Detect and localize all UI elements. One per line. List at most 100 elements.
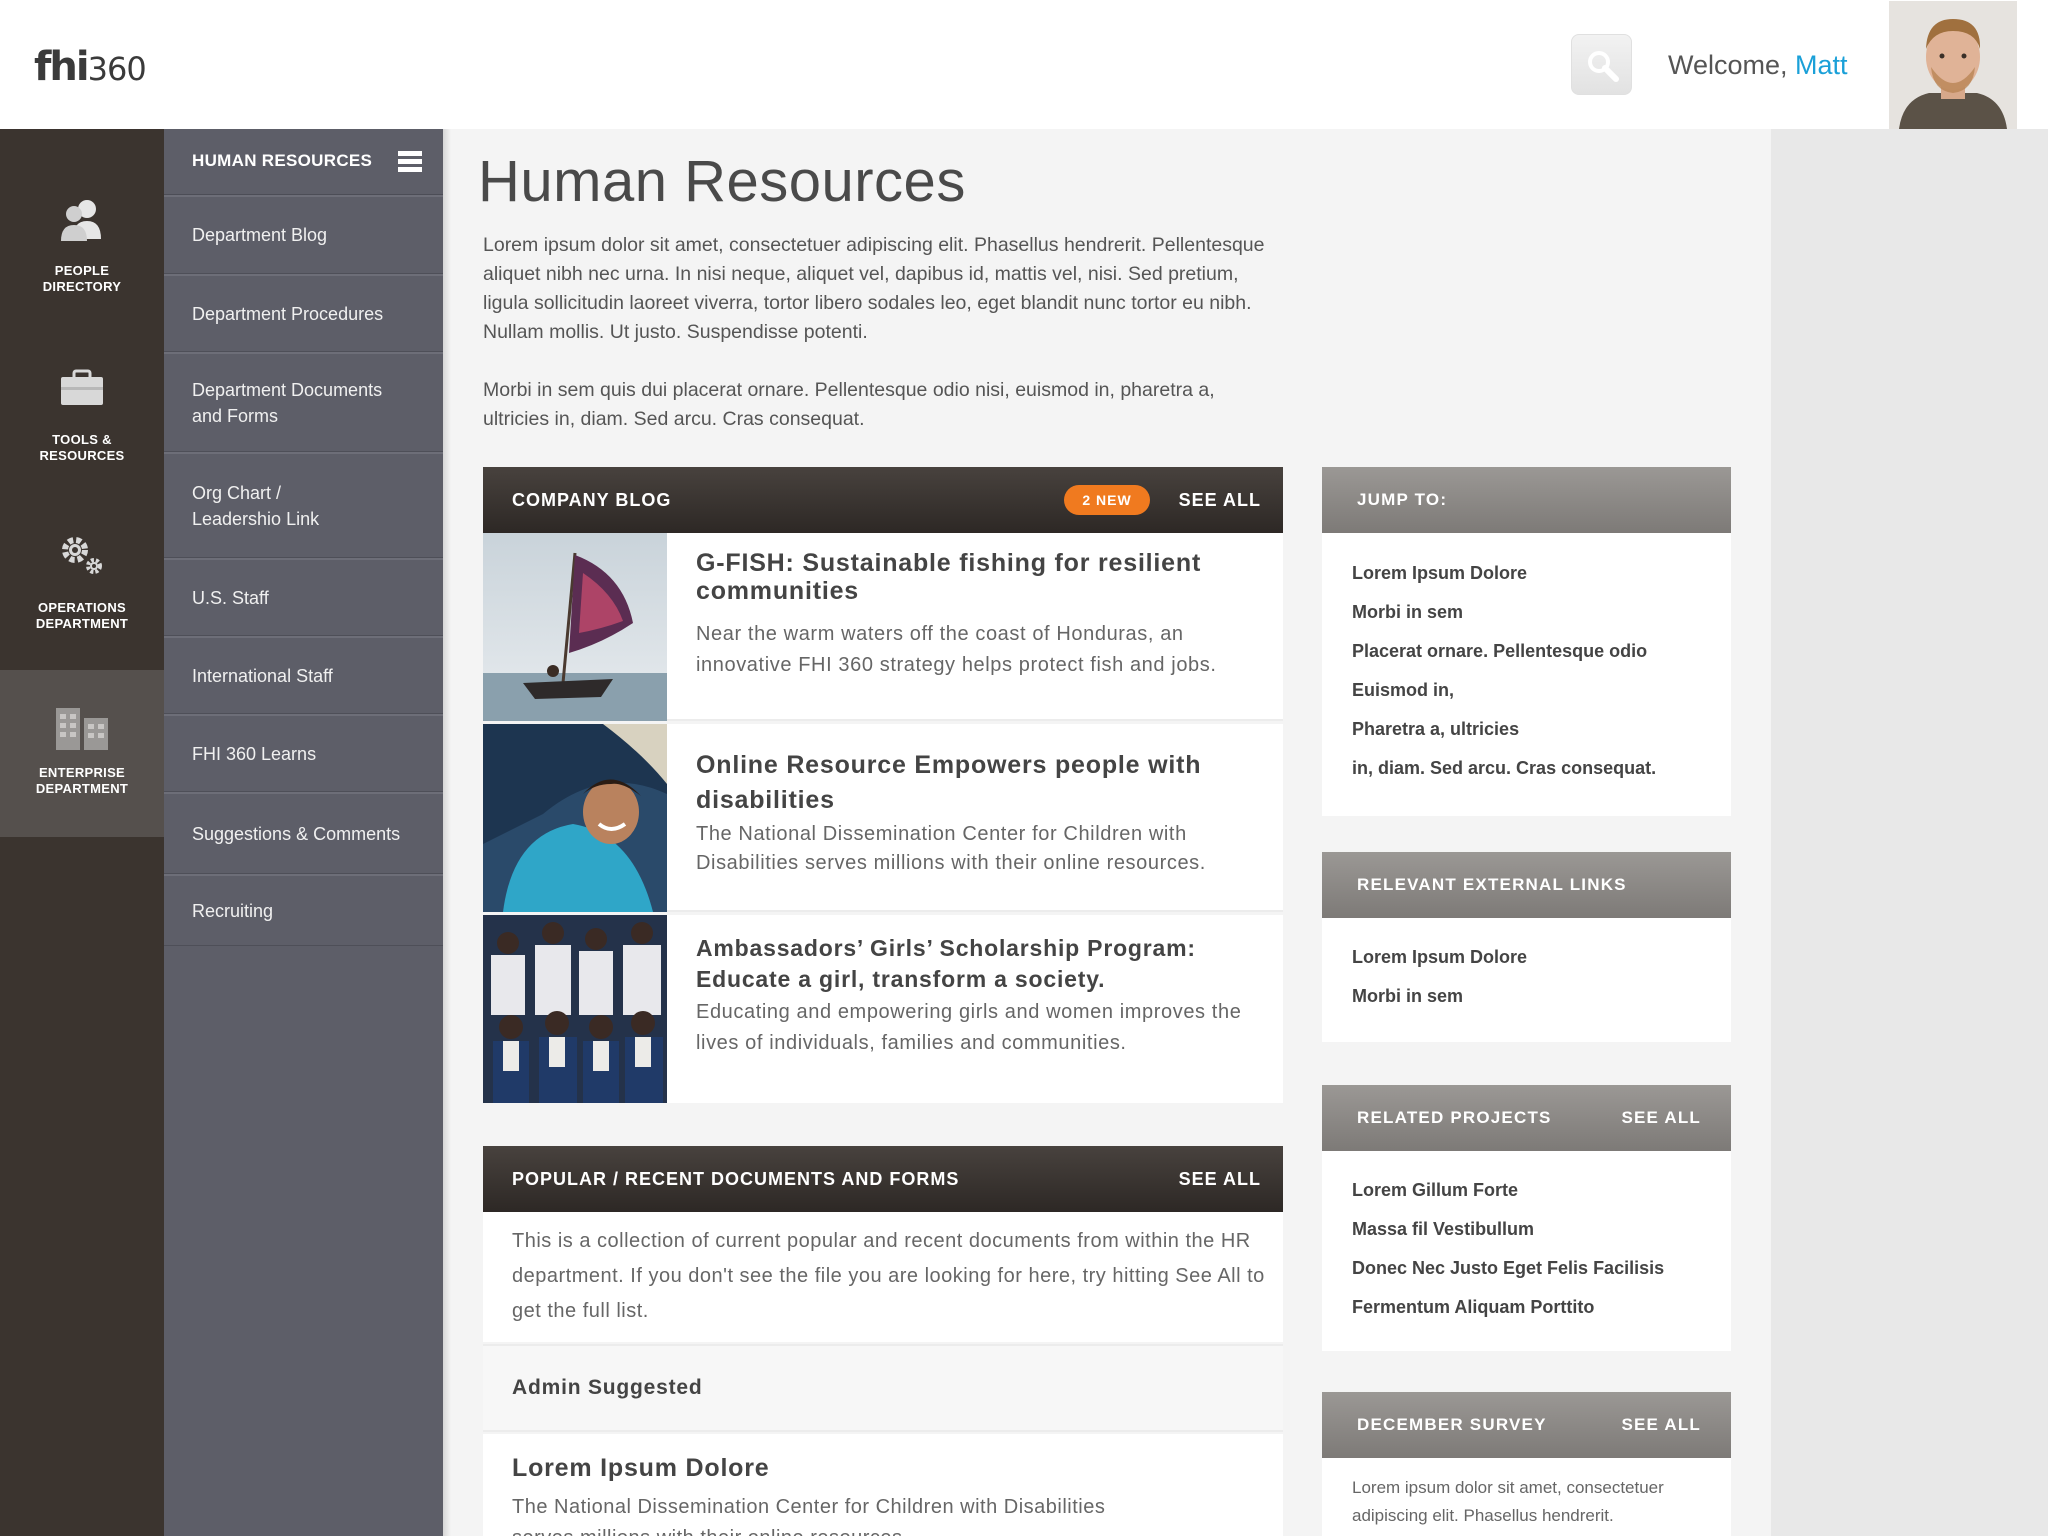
rail-label: DIRECTORY (42, 279, 122, 294)
nav-item-label: Org Chart / Leadershio Link (192, 480, 319, 532)
survey-title: DECEMBER SURVEY (1357, 1415, 1547, 1434)
jump-to-title: JUMP TO: (1357, 490, 1448, 509)
survey-panel: Lorem ipsum dolor sit amet, consectetuer… (1322, 1458, 1731, 1536)
avatar[interactable] (1889, 1, 2017, 129)
rail-label: ENTERPRISE (38, 765, 126, 780)
top-header: fhi360 Welcome, Matt (0, 0, 2048, 129)
nav-item-recruiting[interactable]: Recruiting (164, 874, 443, 946)
nav-item-label: Suggestions & Comments (192, 823, 401, 844)
rail-label: DEPARTMENT (35, 781, 129, 796)
documents-description-box: This is a collection of current popular … (483, 1212, 1283, 1342)
section-nav-title: HUMAN RESOURCES (192, 151, 373, 170)
jump-to-link[interactable]: in, diam. Sed arcu. Cras consequat. (1352, 758, 1656, 779)
nav-item-suggestions-comments[interactable]: Suggestions & Comments (164, 792, 443, 874)
related-project-link[interactable]: Massa fil Vestibullum (1352, 1219, 1534, 1240)
nav-item-label: U.S. Staff (192, 587, 269, 608)
intro-paragraph: Lorem ipsum dolor sit amet, consectetuer… (483, 234, 1265, 343)
new-posts-badge[interactable]: 2 NEW (1064, 485, 1150, 515)
page-title: Human Resources (478, 149, 966, 214)
blog-post-excerpt: Educating and empowering girls and women… (696, 1001, 1242, 1054)
blog-post-title[interactable]: Online Resource Empowers people with dis… (696, 748, 1256, 818)
rail-label: TOOLS & (52, 432, 112, 447)
nav-item-label-line: Org Chart / (192, 482, 282, 503)
related-projects-header: RELATED PROJECTS SEE ALL (1322, 1085, 1731, 1151)
jump-to-link[interactable]: Pharetra a, ultricies (1352, 719, 1519, 740)
welcome-text: Welcome, (1668, 50, 1796, 80)
icon-rail: PEOPLE DIRECTORY TOOLS & RESOURCES OPERATI… (0, 129, 164, 1536)
related-projects-title: RELATED PROJECTS (1357, 1108, 1552, 1127)
nav-item-us-staff[interactable]: U.S. Staff (164, 558, 443, 636)
rail-operations-department[interactable]: OPERATIONS DEPARTMENT (0, 465, 164, 632)
jump-to-panel: Lorem Ipsum Dolore Morbi in sem Placerat… (1322, 533, 1731, 816)
documents-header: POPULAR / RECENT DOCUMENTS AND FORMS SEE… (483, 1146, 1283, 1212)
related-projects-see-all[interactable]: SEE ALL (1621, 1108, 1701, 1128)
nav-item-label: Department Blog (192, 225, 328, 245)
jump-to-link[interactable]: Lorem Ipsum Dolore (1352, 563, 1527, 584)
user-name-link[interactable]: Matt (1795, 50, 1848, 80)
documents-title: POPULAR / RECENT DOCUMENTS AND FORMS (512, 1169, 960, 1189)
search-button[interactable] (1571, 34, 1632, 95)
blog-post[interactable]: Online Resource Empowers people with dis… (483, 724, 1283, 912)
briefcase-icon (61, 369, 103, 405)
rail-enterprise-department[interactable]: ENTERPRISE DEPARTMENT (0, 670, 164, 837)
documents-see-all[interactable]: SEE ALL (1179, 1169, 1261, 1190)
fhi360-logo[interactable]: fhi360 (34, 44, 147, 90)
rail-label: RESOURCES (39, 448, 125, 463)
rail-label: PEOPLE (54, 263, 110, 278)
nav-item-label: Recruiting (192, 900, 274, 921)
logo-text: fhi (34, 44, 90, 90)
related-project-link[interactable]: Lorem Gillum Forte (1352, 1180, 1518, 1201)
nav-item-org-chart[interactable]: Org Chart / Leadershio Link (164, 452, 443, 558)
intro-paragraph-2: Morbi in sem quis dui placerat ornare. P… (483, 379, 1215, 430)
rail-label: DEPARTMENT (35, 616, 129, 631)
schoolgirls-photo-image (483, 915, 667, 1103)
jump-to-link[interactable]: Placerat ornare. Pellentesque odio (1352, 641, 1647, 662)
survey-see-all[interactable]: SEE ALL (1621, 1415, 1701, 1435)
external-link[interactable]: Lorem Ipsum Dolore (1352, 947, 1527, 968)
blog-post[interactable]: Ambassadors’ Girls’ Scholarship Program:… (483, 915, 1283, 1103)
external-link[interactable]: Morbi in sem (1352, 986, 1463, 1007)
section-nav-header: HUMAN RESOURCES (164, 129, 443, 195)
rail-people-directory[interactable]: PEOPLE DIRECTORY (0, 129, 164, 296)
nav-item-fhi360-learns[interactable]: FHI 360 Learns (164, 714, 443, 792)
blog-post-excerpt: The National Dissemination Center for Ch… (696, 823, 1206, 874)
related-project-link[interactable]: Fermentum Aliquam Porttito (1352, 1297, 1594, 1318)
blog-post-title[interactable]: G-FISH: Sustainable fishing for resilien… (696, 549, 1256, 605)
admin-suggested-label: Admin Suggested (512, 1376, 703, 1399)
company-blog-title: COMPANY BLOG (512, 490, 672, 510)
document-description: The National Dissemination Center for Ch… (512, 1496, 1106, 1536)
survey-text: Lorem ipsum dolor sit amet, consectetuer… (1352, 1478, 1664, 1525)
nav-item-label: Department Documents and Forms (192, 377, 382, 429)
menu-icon[interactable] (398, 151, 422, 173)
blog-post-title[interactable]: Ambassadors’ Girls’ Scholarship Program:… (696, 933, 1256, 995)
rail-tools-resources[interactable]: TOOLS & RESOURCES (0, 297, 164, 464)
jump-to-header: JUMP TO: (1322, 467, 1731, 533)
nav-item-international-staff[interactable]: International Staff (164, 636, 443, 714)
nav-item-department-documents[interactable]: Department Documents and Forms (164, 352, 443, 452)
jump-to-link[interactable]: Euismod in, (1352, 680, 1454, 701)
blog-thumbnail[interactable] (483, 915, 667, 1103)
blog-thumbnail[interactable] (483, 533, 667, 721)
external-links-header: RELEVANT EXTERNAL LINKS (1322, 852, 1731, 918)
external-links-title: RELEVANT EXTERNAL LINKS (1357, 875, 1627, 894)
blog-thumbnail[interactable] (483, 724, 667, 912)
admin-suggested-row: Admin Suggested (483, 1344, 1283, 1432)
survey-header: DECEMBER SURVEY SEE ALL (1322, 1392, 1731, 1458)
sailboat-image (483, 533, 667, 721)
external-links-panel: Lorem Ipsum Dolore Morbi in sem (1322, 918, 1731, 1042)
search-icon (1588, 51, 1619, 82)
section-nav: HUMAN RESOURCES Department Blog Departme… (164, 129, 443, 1536)
nav-shadow (443, 129, 451, 1536)
document-item[interactable]: Lorem Ipsum Dolore The National Dissemin… (483, 1434, 1283, 1536)
nav-item-department-procedures[interactable]: Department Procedures (164, 274, 443, 352)
nav-item-label-line: Department Documents (192, 379, 383, 400)
related-project-link[interactable]: Donec Nec Justo Eget Felis Facilisis (1352, 1258, 1664, 1279)
nav-item-label: Department Procedures (192, 303, 384, 324)
gears-icon (62, 537, 102, 574)
blog-post[interactable]: G-FISH: Sustainable fishing for resilien… (483, 533, 1283, 721)
buildings-icon (56, 708, 108, 750)
company-blog-see-all[interactable]: SEE ALL (1179, 490, 1261, 511)
document-title[interactable]: Lorem Ipsum Dolore (512, 1454, 770, 1483)
nav-item-department-blog[interactable]: Department Blog (164, 195, 443, 274)
jump-to-link[interactable]: Morbi in sem (1352, 602, 1463, 623)
